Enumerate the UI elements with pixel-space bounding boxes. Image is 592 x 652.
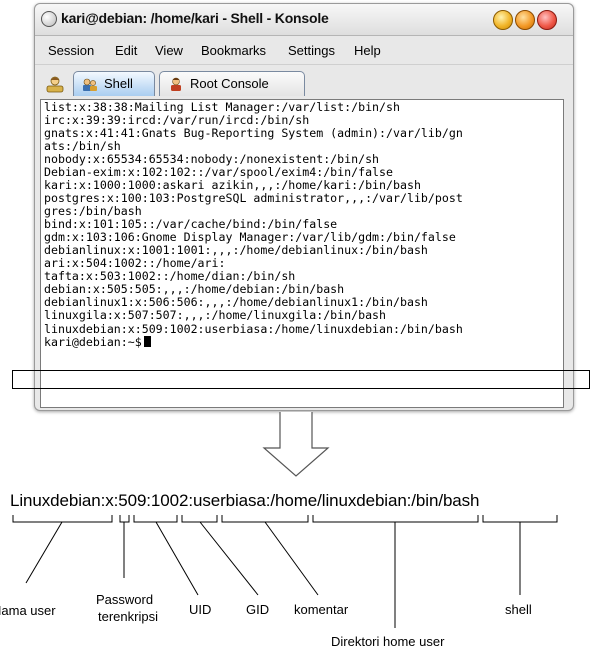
label-password-line2: terenkripsi (98, 609, 158, 624)
label-gid: GID (246, 602, 270, 617)
annotation-lines (12, 412, 558, 628)
label-comment: komentar (294, 602, 349, 617)
label-uid: UID (189, 602, 212, 617)
passwd-entry-example: Linuxdebian:x:509:1002:userbiasa:/home/l… (10, 491, 480, 510)
label-home-directory: Direktori home user (331, 634, 445, 649)
label-password-line1: Password (96, 592, 154, 607)
label-username: Nama user (0, 603, 56, 618)
label-shell: shell (505, 602, 532, 617)
down-arrow (262, 412, 330, 477)
